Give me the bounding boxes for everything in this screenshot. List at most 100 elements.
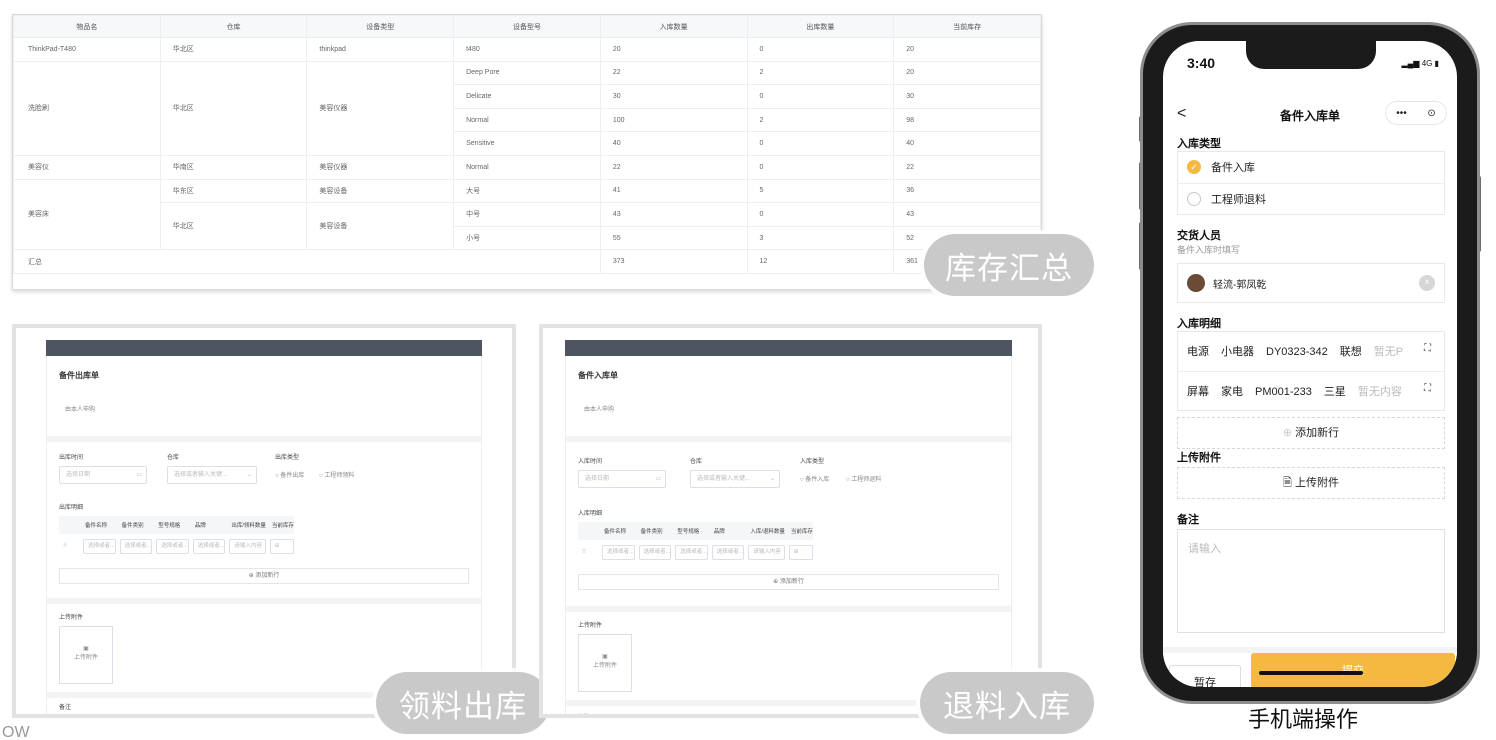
brand-select[interactable]: 选择或者... (711, 544, 745, 560)
stock-input[interactable]: ⊞ (269, 538, 294, 554)
option-spare-in[interactable]: ✓ 备件入库 (1187, 159, 1255, 175)
detail-extra: 暂无内容 (1357, 386, 1402, 398)
phone-mockup: 3:40 ▂▄▆ 4G ▮ < 备件入库单 ••• ⊙ 入库类型 ✓ 备件入库 工… (1140, 22, 1480, 704)
form-subtitle: 由本人申购 (584, 407, 615, 413)
detail-category: 小电器 (1221, 346, 1254, 358)
clear-icon[interactable]: × (1419, 275, 1435, 291)
column-header: 型号规格 (671, 522, 708, 540)
cell-stock: 22 (893, 154, 1041, 180)
brand-select[interactable]: 选择或者... (192, 538, 226, 554)
column-header: 出库/领料数量 (225, 516, 266, 534)
detail-name: 屏幕 (1187, 386, 1209, 398)
remark-textarea[interactable]: 请输入 (1177, 529, 1445, 633)
upload-button[interactable]: ▣ 上传附件 (59, 626, 113, 684)
battery-icon: ▮ (1434, 59, 1439, 68)
cell-item-name: 美容床 (13, 178, 161, 251)
submit-button[interactable]: 提交 (1251, 653, 1455, 687)
cell-in: 30 (599, 84, 748, 109)
warehouse-select[interactable]: 选择或者输入关键... ⌄ (167, 466, 257, 484)
quantity-input[interactable]: 请输入内容 (229, 538, 266, 554)
divider (1177, 371, 1445, 372)
more-icon[interactable]: ••• (1396, 108, 1407, 119)
detail-row[interactable]: 电源 小电器 DY0323-342 联想 暂无P ⛶ (1187, 343, 1443, 359)
stock-input[interactable]: ⊞ (788, 544, 813, 560)
model-select[interactable]: 选择或者... (156, 538, 189, 554)
date-input[interactable]: 选择日期 ▭ (578, 470, 666, 488)
radio-label: 工程师退料 (851, 477, 882, 483)
part-name-select[interactable]: 选择或者... (83, 538, 116, 554)
date-input[interactable]: 选择日期 ▭ (59, 466, 147, 484)
divider (566, 606, 1011, 612)
file-icon: ▣ (83, 646, 89, 652)
date-placeholder: 选择日期 (66, 472, 91, 478)
panel-header-bar (565, 340, 1012, 356)
detail-row[interactable]: 屏幕 家电 PM001-233 三星 暂无内容 ⛶ (1187, 383, 1443, 399)
quantity-input[interactable]: 请输入内容 (748, 544, 785, 560)
type-radio-engineer-pick[interactable]: ○ 工程师领料 (319, 470, 354, 479)
expand-icon[interactable]: ⛶ (1424, 343, 1431, 354)
panel-header-bar (46, 340, 482, 356)
column-header: 备件名称 (598, 522, 635, 540)
detail-grid: 备件名称 备件类别 型号规格 品牌 入库/退料数量 当前库存 ⠿ 选择或者...… (578, 522, 813, 564)
add-row-button[interactable]: ⊕ 添加新行 (59, 568, 469, 584)
remark-section-label: 备注 (1177, 514, 1199, 526)
drag-handle-icon[interactable]: ⠿ (59, 534, 79, 558)
upload-button-label: 上传附件 (1294, 477, 1339, 489)
cell-total-in: 373 (599, 249, 748, 274)
cell-in: 43 (599, 202, 748, 227)
upload-button[interactable]: ▣ 上传附件 (578, 634, 632, 692)
cell-in: 100 (599, 107, 748, 133)
plus-circle-icon: ⊕ (1282, 427, 1293, 439)
file-icon: 🗎 (1283, 477, 1292, 489)
detail-extra: 暂无P (1373, 346, 1404, 358)
drag-handle-icon[interactable]: ⠿ (578, 540, 598, 564)
detail-label: 出库明细 (59, 505, 84, 511)
cell-stock: 30 (893, 84, 1041, 109)
drag-col (59, 516, 79, 534)
column-header: 仓库 (159, 15, 308, 38)
cell-in: 20 (599, 37, 748, 62)
form-subtitle: 由本人申购 (65, 407, 96, 413)
type-radio-spare-in[interactable]: ○ 备件入库 (800, 474, 829, 483)
close-icon[interactable]: ⊙ (1427, 108, 1435, 119)
cell-stock: 98 (893, 107, 1041, 133)
type-radio-engineer-return[interactable]: ○ 工程师退料 (846, 474, 881, 483)
cell-in: 40 (599, 131, 748, 156)
cell-in: 55 (599, 225, 748, 251)
inventory-table: 物品名 仓库 设备类型 设备型号 入库数量 出库数量 当前库存 ThinkPad… (13, 15, 1041, 274)
table-row: 美容床 华东区 美容设备 大号 41 5 36 (13, 178, 1041, 251)
cell-model: 中号 (453, 202, 601, 227)
part-category-select[interactable]: 选择或者... (119, 538, 153, 554)
cell-warehouse: 华南区 (159, 154, 308, 180)
column-header: 物品名 (13, 15, 161, 38)
option-engineer-return[interactable]: 工程师退料 (1187, 191, 1266, 207)
column-header: 品牌 (707, 522, 745, 540)
cell-model: Normal (453, 154, 601, 180)
upload-button[interactable]: 🗎 上传附件 (1177, 467, 1445, 499)
add-row-button[interactable]: ⊕ 添加新行 (1177, 417, 1445, 449)
out-form: 备件出库单 由本人申购 出库时间 选择日期 ▭ 仓库 选择或者输入关键... ⌄ 出… (46, 356, 482, 714)
radio-label: 备件出库 (280, 473, 305, 479)
material-out-label: 领料出库 (376, 672, 550, 734)
cell-stock: 20 (893, 60, 1041, 86)
cell-out: 2 (746, 107, 895, 133)
save-draft-button[interactable]: 暂存 (1169, 665, 1241, 687)
cell-model: 大号 (453, 178, 601, 204)
expand-icon[interactable]: ⛶ (1424, 383, 1431, 394)
model-select[interactable]: 选择或者... (675, 544, 708, 560)
divider (47, 436, 481, 442)
type-radio-spare-out[interactable]: ○ 备件出库 (275, 470, 304, 479)
add-row-button[interactable]: ⊕ 添加新行 (578, 574, 999, 590)
part-category-select[interactable]: 选择或者... (638, 544, 672, 560)
radio-icon (1187, 192, 1201, 206)
cell-type: 美容设备 (306, 202, 455, 251)
warehouse-label: 仓库 (690, 459, 703, 465)
column-header: 备件类别 (634, 522, 672, 540)
cell-out: 0 (746, 37, 895, 62)
type-label: 入库类型 (800, 459, 825, 465)
cell-model: Normal (453, 107, 601, 133)
radio-label: 工程师领料 (324, 473, 355, 479)
warehouse-select[interactable]: 选择或者输入关键... ⌄ (690, 470, 780, 488)
part-name-select[interactable]: 选择或者... (602, 544, 635, 560)
cell-model: Deep Pore (453, 60, 601, 86)
